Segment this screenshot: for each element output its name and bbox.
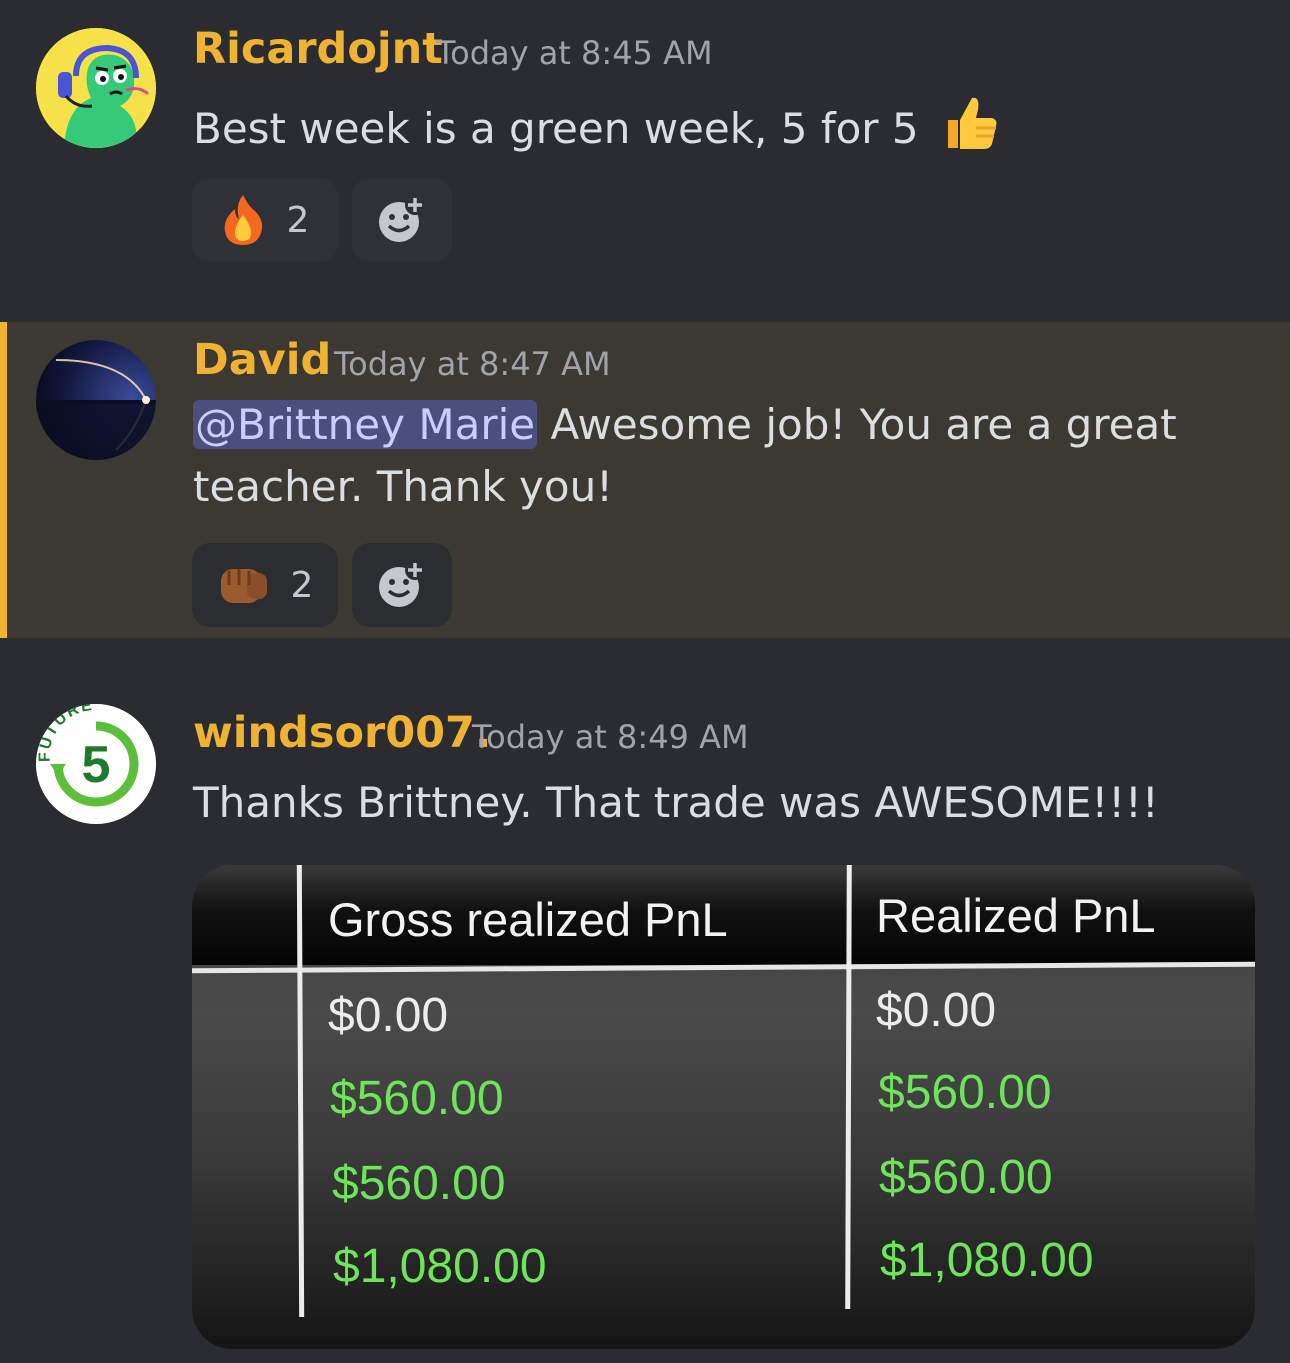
message-ricardojnt: Ricardojnt Today at 8:45 AM Best week is… [0,0,1290,300]
table-cell: $560.00 [879,1151,1053,1204]
add-reaction-icon [377,560,427,610]
message-text: Best week is a green week, 5 for 5 [193,94,1000,169]
fist-bump-icon [217,563,269,607]
column-header: Gross realized PnL [328,893,728,946]
reaction-fist-bump[interactable]: 2 [192,543,338,627]
avatar-character-icon [36,28,156,148]
avatar-number: 5 [82,736,111,794]
thumbs-up-icon [942,94,1000,169]
future-5-logo-icon: 5 FUTURE [36,704,156,824]
table-cell: $560.00 [330,1072,504,1125]
user-mention[interactable]: @Brittney Marie [193,400,538,449]
timestamp: Today at 8:45 AM [436,34,713,72]
message-text: Thanks Brittney. That trade was AWESOME!… [193,778,1159,827]
reaction-fire[interactable]: 2 [192,178,338,262]
add-reaction-icon [377,195,427,245]
table-cell: $560.00 [878,1066,1052,1119]
message-body-line2: teacher. Thank you! [193,462,614,511]
image-attachment[interactable]: Gross realized PnL Realized PnL $0.00 $0… [192,865,1255,1349]
add-reaction-button[interactable] [352,178,452,262]
message-body: Best week is a green week, 5 for 5 [193,104,919,153]
avatar-david[interactable] [36,340,156,460]
fire-icon [221,193,265,247]
message-body-line1: Awesome job! You are a great [537,400,1177,449]
table-column-divider [845,865,852,1310]
timestamp: Today at 8:49 AM [472,718,749,756]
reaction-count: 2 [290,564,314,606]
table-cell: $1,080.00 [333,1240,547,1293]
username[interactable]: David [193,335,331,385]
column-header: Realized PnL [876,889,1156,942]
table-cell: $0.00 [328,989,449,1042]
reaction-count: 2 [286,199,310,241]
table-cell: $1,080.00 [880,1234,1094,1287]
username[interactable]: Ricardojnt [193,24,443,74]
avatar-ricardojnt[interactable] [36,28,156,148]
table-cell: $0.00 [876,984,997,1037]
username[interactable]: windsor007. [193,708,491,758]
table-cell: $560.00 [332,1157,506,1210]
message-david: David Today at 8:47 AM @Brittney Marie A… [0,322,1290,638]
night-sky-avatar-icon [36,340,156,460]
add-reaction-button[interactable] [352,543,452,627]
avatar-windsor007[interactable]: 5 FUTURE [36,704,156,824]
timestamp: Today at 8:47 AM [334,345,611,383]
message-text: @Brittney Marie Awesome job! You are a g… [193,394,1177,518]
